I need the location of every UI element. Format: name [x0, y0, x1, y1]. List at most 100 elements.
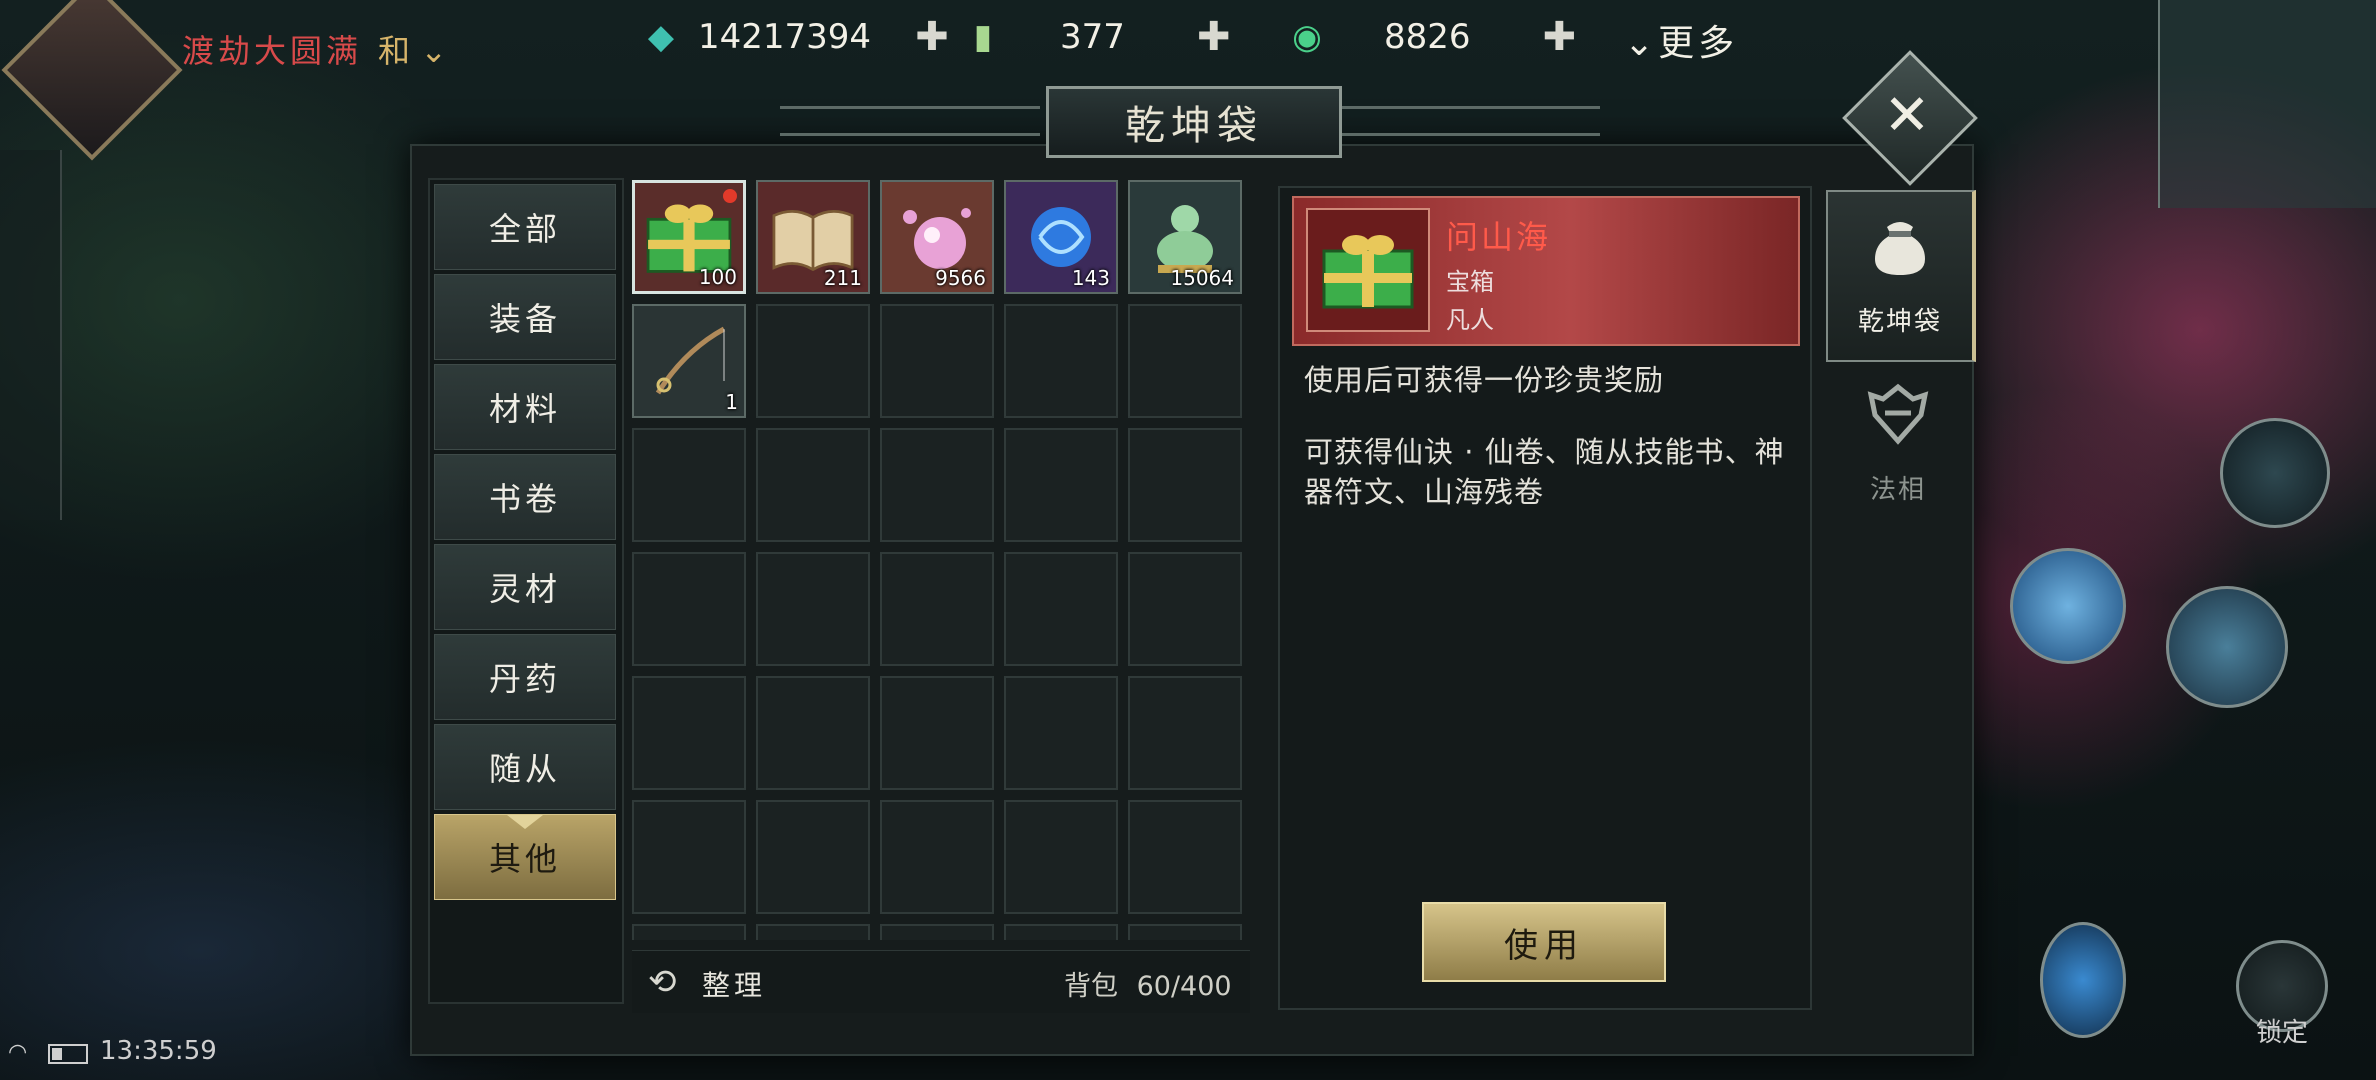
- category-pills[interactable]: 丹药: [434, 634, 616, 720]
- empty-inventory-slot[interactable]: [1004, 800, 1118, 914]
- yin-yang-icon[interactable]: [2220, 418, 2330, 528]
- category-materials[interactable]: 材料: [434, 364, 616, 450]
- player-realm-name: 渡劫大圆满: [182, 32, 363, 70]
- category-followers[interactable]: 随从: [434, 724, 616, 810]
- gift-box-icon: [1306, 208, 1430, 332]
- inventory-slot[interactable]: 211: [756, 180, 870, 294]
- empty-inventory-slot[interactable]: [632, 800, 746, 914]
- skill-button[interactable]: [2040, 922, 2126, 1038]
- currency-value: 14217394: [698, 17, 872, 57]
- category-spirit-materials[interactable]: 灵材: [434, 544, 616, 630]
- sort-button[interactable]: 整理: [702, 964, 766, 1004]
- empty-inventory-slot[interactable]: [632, 924, 746, 940]
- empty-inventory-slot[interactable]: [1004, 676, 1118, 790]
- empty-inventory-slot[interactable]: [1128, 924, 1242, 940]
- skill-button[interactable]: [2010, 548, 2126, 664]
- empty-inventory-slot[interactable]: [880, 552, 994, 666]
- empty-inventory-slot[interactable]: [1004, 304, 1118, 418]
- empty-inventory-slot[interactable]: [880, 676, 994, 790]
- inventory-slot[interactable]: 100: [632, 180, 746, 294]
- title-ornament: [780, 106, 1040, 136]
- item-name: 问山海: [1446, 218, 1552, 256]
- empty-inventory-slot[interactable]: [1128, 800, 1242, 914]
- empty-inventory-slot[interactable]: [632, 552, 746, 666]
- inventory-slot[interactable]: 1: [632, 304, 746, 418]
- currency-value: 8826: [1384, 17, 1471, 57]
- bag-capacity-label: 背包: [1064, 971, 1118, 1002]
- category-scrolls[interactable]: 书卷: [434, 454, 616, 540]
- system-clock: 13:35:59: [100, 1036, 217, 1066]
- empty-inventory-slot[interactable]: [632, 676, 746, 790]
- empty-inventory-slot[interactable]: [632, 428, 746, 542]
- right-tab-bar: 乾坤袋 法相: [1826, 188, 1976, 608]
- wifi-icon: ◠: [8, 1040, 28, 1065]
- tab-label: 乾坤袋: [1857, 306, 1942, 337]
- more-menu-button[interactable]: ⌄更多: [1624, 14, 1738, 66]
- currency-value: 377: [1060, 17, 1125, 57]
- category-list: 全部 装备 材料 书卷 灵材 丹药 随从 其他: [428, 178, 624, 1004]
- category-other[interactable]: 其他: [434, 814, 616, 900]
- inventory-slot[interactable]: 143: [1004, 180, 1118, 294]
- pouch-icon: [1865, 215, 1935, 291]
- item-description-line: 使用后可获得一份珍贵奖励: [1304, 363, 1665, 397]
- empty-inventory-slot[interactable]: [880, 924, 994, 940]
- refresh-sort-icon[interactable]: ⟲: [648, 962, 677, 1002]
- use-button[interactable]: 使用: [1422, 902, 1666, 982]
- empty-inventory-slot[interactable]: [756, 924, 870, 940]
- dharma-mask-icon: [1863, 383, 1933, 459]
- item-quantity: 143: [1071, 266, 1110, 290]
- empty-inventory-slot[interactable]: [1128, 304, 1242, 418]
- bag-capacity-value: 60/400: [1136, 971, 1232, 1002]
- empty-inventory-slot[interactable]: [880, 428, 994, 542]
- title-ornament: [1340, 106, 1600, 136]
- pk-mode-dropdown[interactable]: 和 ⌄: [378, 26, 447, 72]
- empty-inventory-slot[interactable]: [756, 676, 870, 790]
- empty-inventory-slot[interactable]: [1004, 924, 1118, 940]
- item-quantity: 1: [725, 390, 738, 414]
- jade-bracelet-icon: ◉: [1292, 17, 1322, 57]
- skill-button[interactable]: [2166, 586, 2288, 708]
- window-title: 乾坤袋: [1046, 86, 1342, 158]
- battery-icon: [48, 1044, 88, 1064]
- category-all[interactable]: 全部: [434, 184, 616, 270]
- left-side-panel[interactable]: [0, 150, 62, 520]
- empty-inventory-slot[interactable]: [880, 304, 994, 418]
- bag-capacity: 背包 60/400: [1064, 964, 1232, 1003]
- close-icon[interactable]: ✕: [1862, 70, 1952, 160]
- jade-crystal-icon: ◆: [647, 17, 675, 57]
- inventory-slot[interactable]: 9566: [880, 180, 994, 294]
- empty-inventory-slot[interactable]: [1128, 552, 1242, 666]
- minimap[interactable]: [2158, 0, 2376, 208]
- item-description-rewards: 可获得仙诀 · 仙卷、随从技能书、神器符文、山海残卷: [1304, 435, 1785, 509]
- currency-jade-crystal: ◆ 14217394 ✚: [640, 14, 949, 60]
- add-currency-button[interactable]: ✚: [915, 14, 949, 60]
- empty-inventory-slot[interactable]: [1004, 552, 1118, 666]
- lock-target-label: 锁定: [2256, 1018, 2309, 1048]
- inventory-slot[interactable]: 15064: [1128, 180, 1242, 294]
- item-quantity: 211: [823, 266, 862, 290]
- add-currency-button[interactable]: ✚: [1197, 14, 1231, 60]
- item-quantity: 100: [698, 265, 737, 289]
- scroll-token-icon: ▮: [973, 17, 993, 57]
- add-currency-button[interactable]: ✚: [1543, 14, 1577, 60]
- tab-label: 法相: [1869, 474, 1926, 505]
- empty-inventory-slot[interactable]: [1128, 676, 1242, 790]
- category-equipment[interactable]: 装备: [434, 274, 616, 360]
- empty-inventory-slot[interactable]: [756, 552, 870, 666]
- item-quantity: 9566: [935, 266, 986, 290]
- tab-qiankun-bag[interactable]: 乾坤袋: [1826, 190, 1976, 362]
- empty-inventory-slot[interactable]: [756, 428, 870, 542]
- gift-box-graphic: [1322, 235, 1414, 309]
- inventory-grid: 100 211 9566 143 15064 1: [632, 180, 1250, 940]
- chevron-down-icon: ⌄: [420, 32, 447, 70]
- empty-inventory-slot[interactable]: [756, 800, 870, 914]
- new-item-dot: [723, 189, 737, 203]
- empty-inventory-slot[interactable]: [1128, 428, 1242, 542]
- empty-inventory-slot[interactable]: [756, 304, 870, 418]
- item-description: 使用后可获得一份珍贵奖励 可获得仙诀 · 仙卷、随从技能书、神器符文、山海残卷: [1304, 360, 1794, 512]
- tab-dharma-form[interactable]: 法相: [1826, 360, 1970, 528]
- pk-mode-label: 和: [378, 32, 411, 70]
- empty-inventory-slot[interactable]: [880, 800, 994, 914]
- item-type: 宝箱: [1446, 268, 1494, 296]
- empty-inventory-slot[interactable]: [1004, 428, 1118, 542]
